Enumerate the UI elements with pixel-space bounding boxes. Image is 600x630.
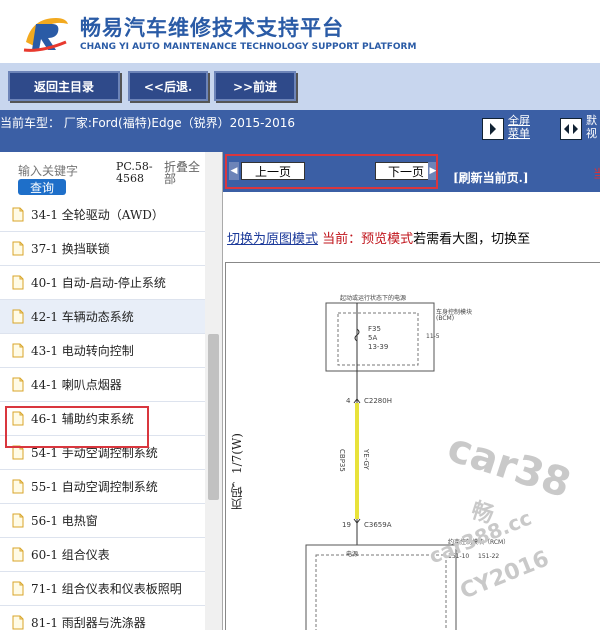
mode-hint: 若需看大图，切换至: [413, 232, 531, 247]
refresh-link[interactable]: [刷新当前页.]: [453, 169, 529, 186]
document-icon: [12, 275, 24, 290]
document-icon: [12, 581, 24, 596]
document-icon: [12, 343, 24, 358]
sidebar-item[interactable]: 56-1 电热窗: [0, 504, 205, 538]
sidebar-item[interactable]: 43-1 电动转向控制: [0, 334, 205, 368]
code-label: PC.58-4568: [116, 160, 153, 185]
document-icon: [12, 207, 24, 222]
app-title: 畅易汽车维修技术支持平台: [80, 16, 344, 40]
document-icon: [12, 513, 24, 528]
pager-highlight-box: [225, 154, 438, 189]
app-subtitle: CHANG YI AUTO MAINTENANCE TECHNOLOGY SUP…: [80, 42, 417, 52]
connector-1: C2280H: [364, 397, 392, 405]
sidebar-item[interactable]: 55-1 自动空调控制系统: [0, 470, 205, 504]
mode-line: 切换为原图模式 当前：预览模式若需看大图，切换至: [227, 228, 530, 247]
fuse-pin: 13-39: [368, 343, 389, 351]
split-view-icon[interactable]: [560, 118, 582, 140]
car-model-bar: 当前车型： 厂家:Ford(福特)Edge（锐界）2015-2016 全屏 菜单…: [0, 110, 600, 152]
bcm-abbr: (BCM): [436, 315, 455, 322]
search-area: 查询 PC.58-4568 折叠全部: [0, 152, 205, 198]
highlight-box: [5, 406, 149, 448]
switch-mode-link[interactable]: 切换为原图模式: [227, 232, 318, 247]
document-icon: [12, 377, 24, 392]
current-label: 当: [593, 165, 600, 182]
sidebar-item-label: 34-1 全轮驱动（AWD）: [31, 208, 164, 222]
document-icon: [12, 615, 24, 630]
home-button[interactable]: 返回主目录: [8, 71, 120, 101]
power-label: 起动或运行状态下的电源: [340, 295, 407, 302]
sidebar-item[interactable]: 44-1 喇叭点烟器: [0, 368, 205, 402]
sidebar-item[interactable]: 42-1 车辆动态系统: [0, 300, 205, 334]
sidebar-item-label: 71-1 组合仪表和仪表板照明: [31, 582, 182, 596]
sidebar: 查询 PC.58-4568 折叠全部 34-1 全轮驱动（AWD） 37-1 换挡…: [0, 152, 222, 630]
sidebar-item[interactable]: 60-1 组合仪表: [0, 538, 205, 572]
sidebar-item[interactable]: 81-1 雨刮器与洗涤器: [0, 606, 205, 630]
fuse-amp: 5A: [368, 334, 378, 342]
sidebar-item-label: 37-1 换挡联锁: [31, 242, 110, 256]
power-small: 电源: [346, 551, 359, 558]
sidebar-item[interactable]: 37-1 换挡联锁: [0, 232, 205, 266]
sidebar-item[interactable]: 71-1 组合仪表和仪表板照明: [0, 572, 205, 606]
document-icon: [12, 309, 24, 324]
sidebar-item[interactable]: 40-1 自动-启动-停止系统: [0, 266, 205, 300]
fuse-label: F35: [368, 325, 381, 333]
sidebar-item-label: 81-1 雨刮器与洗涤器: [31, 616, 146, 630]
mode-current: 当前：预览模式: [318, 232, 414, 247]
sidebar-item-label: 42-1 车辆动态系统: [31, 310, 134, 324]
sidebar-item-label: 43-1 电动转向控制: [31, 344, 134, 358]
back-button[interactable]: <<后退.: [128, 71, 208, 101]
search-input[interactable]: [18, 162, 98, 180]
wire-color: YE-GY: [362, 449, 370, 470]
pin-right: 11-5: [426, 333, 440, 340]
pin-19: 19: [342, 521, 351, 529]
sidebar-item[interactable]: 34-1 全轮驱动（AWD）: [0, 198, 205, 232]
wiring-diagram: 页码，1/7(W) 起动或运行状态下的电源 车身控制模块 (BCM) F35 5…: [225, 262, 600, 630]
sidebar-item-label: 60-1 组合仪表: [31, 548, 110, 562]
wire-id: CBP35: [338, 449, 346, 472]
scrollbar-thumb[interactable]: [208, 334, 219, 500]
pin-4: 4: [346, 397, 351, 405]
fullscreen-icon[interactable]: [482, 118, 504, 140]
collapse-all-link[interactable]: 折叠全部: [164, 161, 204, 185]
fullscreen-menu-link[interactable]: 全屏 菜单: [508, 114, 530, 140]
search-button[interactable]: 查询: [18, 179, 66, 195]
sidebar-item-label: 40-1 自动-启动-停止系统: [31, 276, 166, 290]
sidebar-item-label: 56-1 电热窗: [31, 514, 98, 528]
document-icon: [12, 479, 24, 494]
car-model-text: 当前车型： 厂家:Ford(福特)Edge（锐界）2015-2016: [0, 116, 295, 130]
logo-icon: [23, 18, 68, 52]
diagram-svg: [305, 302, 457, 630]
sidebar-item-label: 44-1 喇叭点烟器: [31, 378, 122, 392]
connector-2: C3659A: [364, 521, 392, 529]
main-toolbar: 返回主目录 <<后退. >>前进: [0, 63, 600, 110]
sidebar-item-label: 55-1 自动空调控制系统: [31, 480, 158, 494]
document-icon: [12, 547, 24, 562]
app-header: 畅易汽车维修技术支持平台 CHANG YI AUTO MAINTENANCE T…: [0, 0, 600, 62]
forward-button[interactable]: >>前进: [214, 71, 296, 101]
fuse-box: [337, 312, 419, 366]
document-icon: [12, 241, 24, 256]
default-view-link[interactable]: 默 视: [586, 114, 597, 140]
pager-bar: ◀ 上一页 下一页 ▶ [刷新当前页.] 当: [223, 152, 600, 192]
pin-b: 151-22: [478, 553, 500, 560]
content-panel: ◀ 上一页 下一页 ▶ [刷新当前页.] 当 切换为原图模式 当前：预览模式若需…: [222, 152, 600, 630]
